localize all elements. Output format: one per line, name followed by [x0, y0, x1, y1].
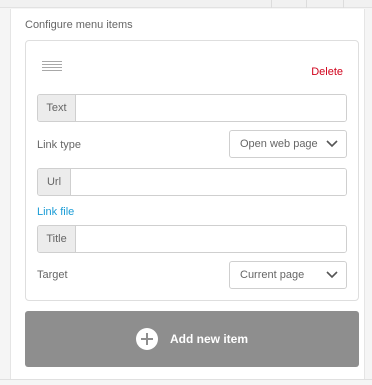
title-field-group: Title — [37, 225, 347, 253]
link-type-label: Link type — [37, 139, 82, 151]
link-type-select[interactable]: Open web page — [229, 130, 347, 158]
text-input[interactable] — [76, 95, 346, 121]
text-field-group: Text — [37, 94, 347, 122]
top-toolbar-strip — [0, 0, 372, 8]
plus-circle-icon — [135, 328, 158, 350]
title-input[interactable] — [76, 226, 346, 252]
section-title: Configure menu items — [25, 19, 133, 31]
divider — [0, 379, 372, 380]
target-value: Current page — [240, 269, 305, 281]
add-new-item-label: Add new item — [169, 332, 248, 346]
text-field-addon: Text — [38, 95, 76, 121]
chevron-down-icon — [318, 131, 346, 157]
title-field-addon: Title — [38, 226, 76, 252]
toolbar-divider — [306, 0, 307, 8]
drag-handle-icon[interactable] — [42, 61, 62, 73]
link-file-link[interactable]: Link file — [37, 206, 74, 218]
url-field-addon: Url — [38, 169, 71, 195]
add-new-item-button[interactable]: Add new item — [25, 311, 359, 367]
toolbar-divider — [271, 0, 272, 8]
chevron-down-icon — [318, 262, 346, 288]
delete-link[interactable]: Delete — [311, 66, 343, 78]
url-field-group: Url — [37, 168, 347, 196]
url-input[interactable] — [71, 169, 346, 195]
toolbar-divider — [343, 0, 344, 8]
target-label: Target — [37, 269, 68, 281]
link-type-value: Open web page — [240, 138, 318, 150]
menu-item-card: Delete Text Link type Open web page Url … — [25, 40, 359, 301]
target-select[interactable]: Current page — [229, 261, 347, 289]
